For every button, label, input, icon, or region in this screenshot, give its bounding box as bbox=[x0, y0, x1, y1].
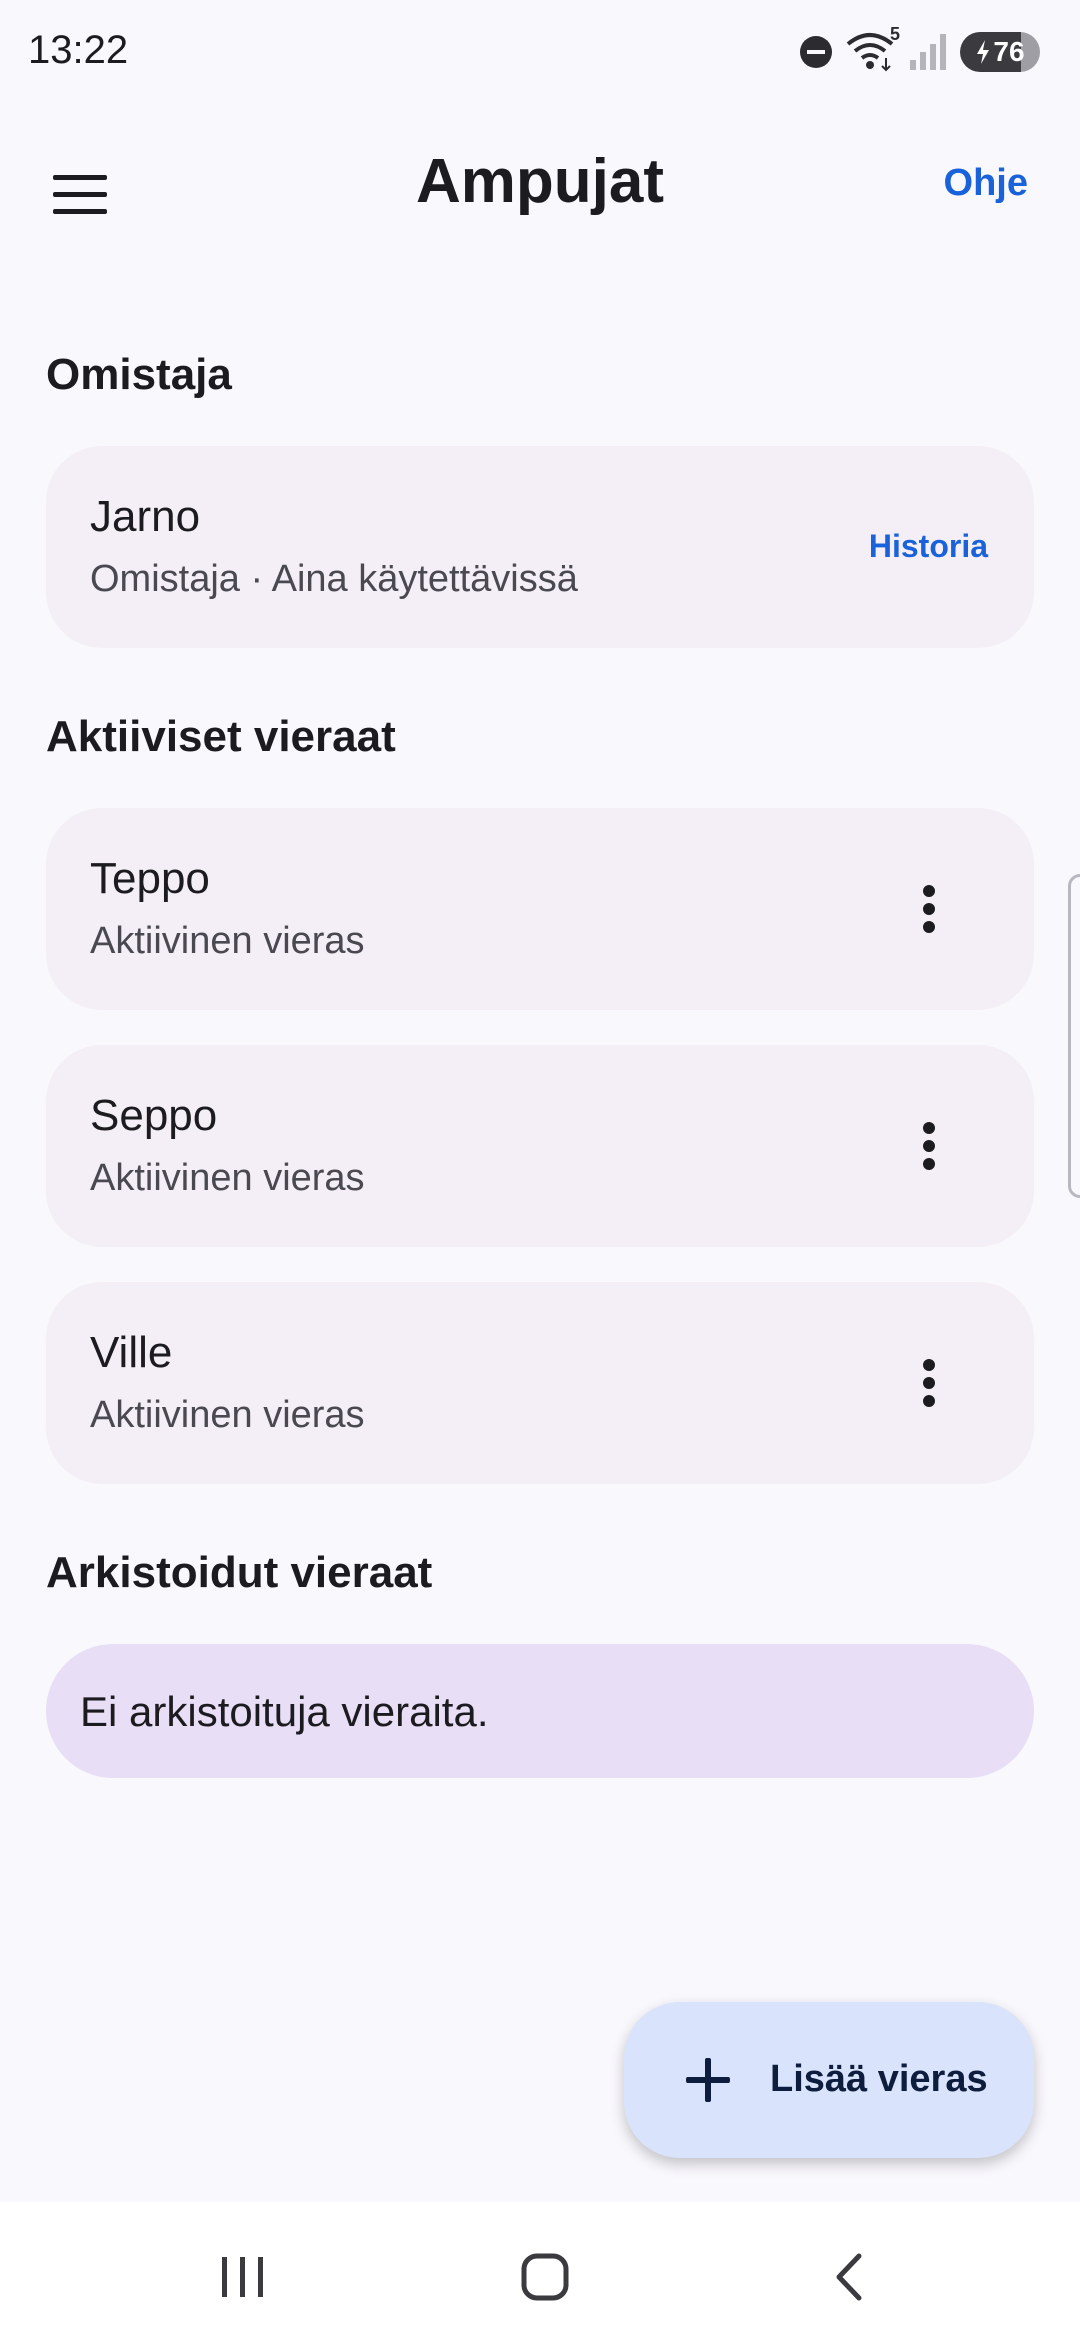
wifi-badge: 5 bbox=[889, 24, 900, 44]
more-vert-icon bbox=[923, 885, 935, 933]
screen: 13:22 5 76 Ampujat Ohje Omistaja Jarno O… bbox=[0, 0, 1080, 2340]
more-options-button[interactable] bbox=[894, 1348, 964, 1418]
guest-status: Aktiivinen vieras bbox=[90, 1394, 365, 1436]
archived-empty-state: Ei arkistoituja vieraita. bbox=[46, 1644, 1034, 1778]
more-options-button[interactable] bbox=[894, 1111, 964, 1181]
system-navigation-bar bbox=[0, 2202, 1080, 2340]
add-guest-button[interactable]: Lisää vieras bbox=[624, 2002, 1034, 2158]
recent-apps-icon bbox=[222, 2257, 263, 2297]
do-not-disturb-icon bbox=[798, 34, 834, 70]
recent-apps-button[interactable] bbox=[198, 2242, 288, 2312]
more-options-button[interactable] bbox=[894, 874, 964, 944]
back-icon bbox=[836, 2253, 862, 2301]
wifi-icon: 5 bbox=[846, 24, 900, 72]
status-icons: 5 76 bbox=[798, 24, 1040, 74]
scrollbar[interactable] bbox=[1068, 874, 1080, 1198]
help-button[interactable]: Ohje bbox=[944, 162, 1028, 205]
back-button[interactable] bbox=[804, 2242, 894, 2312]
home-button[interactable] bbox=[500, 2242, 590, 2312]
status-bar: 13:22 5 76 bbox=[0, 0, 1080, 100]
add-guest-label: Lisää vieras bbox=[770, 2058, 988, 2100]
guest-name: Teppo bbox=[90, 854, 210, 903]
home-icon bbox=[521, 2253, 569, 2301]
history-button[interactable]: Historia bbox=[869, 528, 988, 565]
battery-icon: 76 bbox=[960, 32, 1040, 72]
guest-name: Ville bbox=[90, 1328, 173, 1377]
more-vert-icon bbox=[923, 1122, 935, 1170]
owner-section-heading: Omistaja bbox=[46, 350, 232, 399]
active-guests-heading: Aktiiviset vieraat bbox=[46, 712, 396, 761]
archived-guests-heading: Arkistoidut vieraat bbox=[46, 1548, 433, 1597]
signal-icon bbox=[908, 32, 948, 72]
guest-status: Aktiivinen vieras bbox=[90, 1157, 365, 1199]
owner-subtitle: Omistaja · Aina käytettävissä bbox=[90, 558, 578, 600]
owner-card[interactable]: Jarno Omistaja · Aina käytettävissä Hist… bbox=[46, 446, 1034, 648]
archived-empty-text: Ei arkistoituja vieraita. bbox=[80, 1688, 489, 1735]
page-title: Ampujat bbox=[416, 147, 664, 216]
guest-card[interactable]: Ville Aktiivinen vieras bbox=[46, 1282, 1034, 1484]
guest-card[interactable]: Teppo Aktiivinen vieras bbox=[46, 808, 1034, 1010]
guest-status: Aktiivinen vieras bbox=[90, 920, 365, 962]
status-time: 13:22 bbox=[28, 28, 129, 72]
owner-name: Jarno bbox=[90, 492, 201, 541]
guest-name: Seppo bbox=[90, 1091, 218, 1140]
top-app-bar: Ampujat Ohje bbox=[0, 110, 1080, 260]
more-vert-icon bbox=[923, 1359, 935, 1407]
guest-card[interactable]: Seppo Aktiivinen vieras bbox=[46, 1045, 1034, 1247]
battery-level: 76 bbox=[993, 36, 1025, 67]
charging-bolt-icon bbox=[977, 40, 990, 64]
plus-icon bbox=[686, 2058, 730, 2102]
